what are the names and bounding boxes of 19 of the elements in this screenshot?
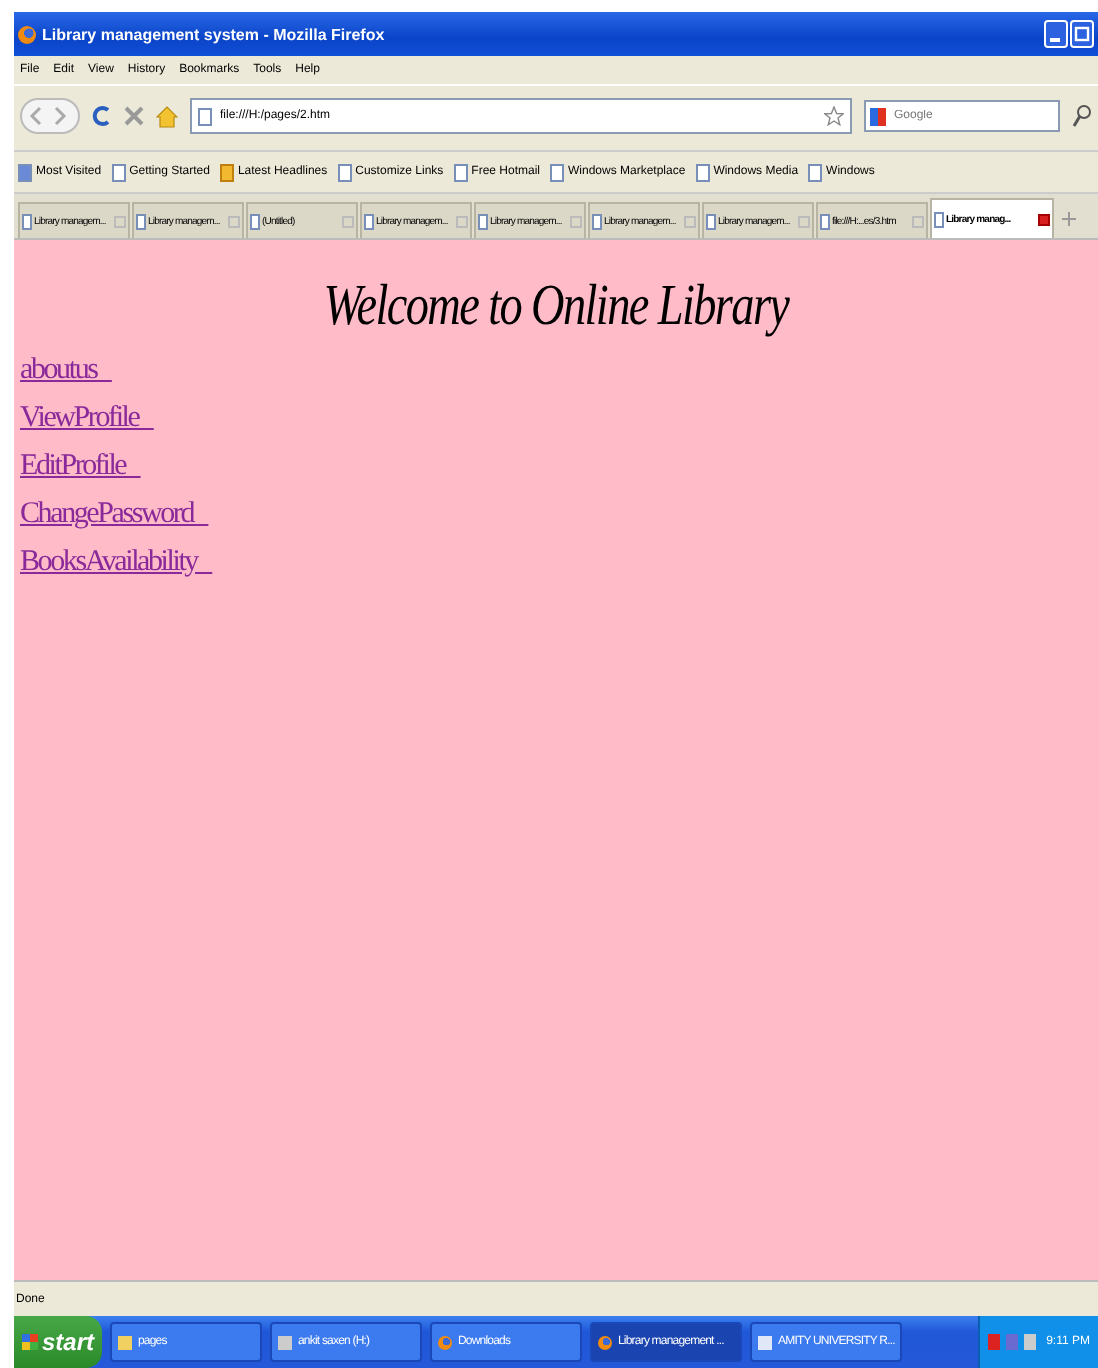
window-title: Library management system - Mozilla Firefox xyxy=(42,25,387,43)
nav-link[interactable]: BooksAvailability xyxy=(20,544,213,582)
home-icon[interactable] xyxy=(156,105,178,127)
star-icon[interactable] xyxy=(824,106,844,126)
start-button[interactable]: start xyxy=(14,1316,102,1368)
back-forward-button[interactable] xyxy=(20,98,80,134)
nav-link[interactable]: aboutus xyxy=(20,352,112,390)
nav-link[interactable]: ViewProfile xyxy=(20,400,154,438)
maximize-icon xyxy=(1074,26,1090,42)
search-icon[interactable] xyxy=(1072,104,1092,128)
minimize-button[interactable] xyxy=(1044,20,1068,48)
reload-icon[interactable] xyxy=(92,104,112,128)
nav-link[interactable]: ChangePassword xyxy=(20,496,209,534)
new-tab-icon[interactable] xyxy=(1062,212,1076,226)
page-heading: Welcome to Online Library xyxy=(321,274,792,340)
firefox-icon xyxy=(18,25,36,43)
stop-icon[interactable] xyxy=(124,106,144,126)
maximize-button[interactable] xyxy=(1070,20,1094,48)
nav-link[interactable]: EditProfile xyxy=(20,448,141,486)
